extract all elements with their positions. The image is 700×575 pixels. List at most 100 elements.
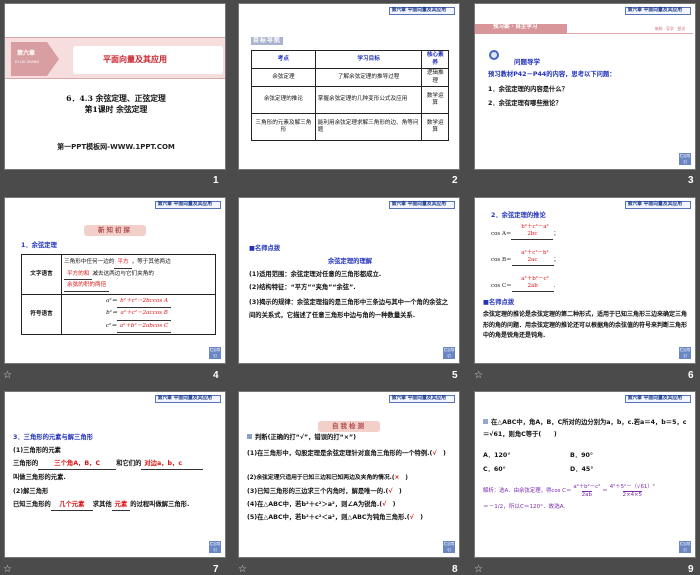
nav-button[interactable]: 栏目导引: [209, 541, 221, 553]
judge-item: (2)余弦定理只适用于已知三边和已知两边及夹角的情况.(× ): [247, 475, 408, 481]
intro-text: 预习教材P42－P44的内容，思考以下问题：: [488, 71, 616, 78]
text: 的过程叫做解三角形.: [130, 501, 190, 508]
formula-lhs: cos C＝: [491, 283, 512, 290]
intro-text: 判断(正确的打“√”，错误的打“×”): [255, 434, 357, 441]
slide-number: 8: [452, 564, 458, 575]
nav-button[interactable]: 栏目导引: [679, 541, 691, 553]
table-cell: 了解余弦定理的推导过程: [314, 68, 423, 88]
item-answer: √: [409, 514, 414, 521]
heading: 2．余弦定理的推论: [491, 212, 546, 219]
chapter-tag: 第六章 平面向量及其应用: [388, 7, 455, 16]
table-cell: 数学运算: [421, 113, 449, 142]
formula-lhs: cos A＝: [491, 231, 512, 238]
chapter-tag: 第六章 平面向量及其应用: [624, 395, 691, 404]
heading: 问题导学: [514, 58, 540, 66]
chapter-tag: 第六章 平面向量及其应用: [388, 201, 455, 210]
judge-item: (4)在△ABC中，若b²＋c²＞a²，则∠A为锐角.(√ ): [247, 501, 396, 508]
formula-lhs: c²＝: [105, 322, 117, 329]
chapter-tag: 第六章 平面向量及其应用: [388, 395, 455, 404]
solution-end: ＝－1/2，所以C＝120°．故选A.: [483, 504, 566, 510]
transition-icon[interactable]: ☆: [3, 370, 12, 381]
slide-thumbnail-6[interactable]: 第六章 平面向量及其应用 2．余弦定理的推论 b²＋c²－a² cos A＝ 2bc…: [474, 197, 696, 364]
nav-button[interactable]: 栏目导引: [443, 541, 455, 553]
solution-text: 解析：选A．由余弦定理，得cos C＝: [483, 488, 572, 495]
blank-answer: 三个角A，B，C: [38, 460, 117, 470]
lesson-title-1: 6．4.3 余弦定理、正弦定理: [66, 94, 166, 103]
formula-answer: a²＋b²－2abcos C: [116, 321, 172, 333]
question-icon: [247, 434, 252, 439]
transition-icon[interactable]: ☆: [3, 564, 12, 575]
numerator: 4²＋5²－（√61）²: [609, 484, 655, 490]
slide-thumbnail-8[interactable]: 第六章 平面向量及其应用 自我检测 判断(正确的打“√”，错误的打“×”) (1…: [238, 391, 460, 558]
slide-number: 4: [213, 370, 219, 381]
table-cell: 余弦定理: [251, 68, 316, 88]
slide-thumbnail-7[interactable]: 第六章 平面向量及其应用 3．三角形的元素与解三角形 (1)三角形的元素 三角形…: [4, 391, 226, 558]
transition-icon[interactable]: ☆: [238, 564, 247, 575]
table-cell: 数学运算: [421, 86, 449, 115]
slide-number: 7: [213, 564, 219, 575]
slide-thumbnail-4[interactable]: 第六章 平面向量及其应用 新知初探 1．余弦定理 文字语言 三角形中任何一边的平…: [4, 197, 226, 364]
slide-thumbnail-3[interactable]: 第六章 平面向量及其应用 预习案 · 自主学习 新知 · 导学 · 尝试 问题导…: [474, 3, 696, 170]
cosB-formula: a²＋c²－b² cos B＝ 2ac；: [491, 250, 559, 266]
subheading: 余弦定理的理解: [327, 258, 373, 265]
formula-cell: a²＝ b²＋c²－2bccos Ab²＝ a²＋c²－2accos Bc²＝ a²＋…: [61, 294, 216, 335]
slide-number: 2: [452, 175, 458, 186]
chapter-pinyin: DI LIU ZHANG: [15, 60, 40, 64]
item-text: (1)在三角形中，勾股定理是余弦定理针对直角三角形的一个特例.: [247, 450, 430, 457]
slide-number: 1: [213, 175, 219, 186]
banner-line: [567, 33, 693, 34]
question-text: 在△ABC中，角A，B，C所对的边分别为a，b，c.若a＝4，b＝5，c＝√61…: [483, 419, 687, 438]
nav-button[interactable]: 栏目导引: [679, 153, 691, 165]
denominator: 2ab: [511, 283, 554, 292]
table-header: 核心素养: [421, 49, 449, 70]
slide-thumbnail-2[interactable]: 第六章 平面向量及其应用 目标导航 考点 学习目标 核心素养 余弦定理 了解余弦定理的…: [238, 3, 460, 170]
text: 和它们的: [116, 460, 142, 467]
fraction: 4²＋5²－（√61）² 2×4×5: [610, 484, 655, 500]
sentence-1: 三角形的 三个角A，B，C 和它们的 对边a，b，c: [13, 460, 204, 470]
numerator: a²＋c²－b²: [521, 250, 549, 256]
denominator: 2bc: [511, 231, 554, 240]
slide-thumbnail-5[interactable]: 第六章 平面向量及其应用 ■名师点拨 余弦定理的理解 (1)适用范围：余弦定理对…: [238, 197, 460, 364]
question-1: 1．余弦定理的内容是什么？: [488, 86, 568, 93]
heading: ■名师点拨: [249, 245, 281, 252]
transition-icon[interactable]: ☆: [474, 370, 483, 381]
table-header: 考点: [251, 49, 316, 70]
blank-answer: 几个元素: [50, 501, 93, 511]
slide-thumbnail-1[interactable]: 第六章 DI LIU ZHANG 平面向量及其应用 6．4.3 余弦定理、正弦定…: [4, 3, 226, 170]
sentence-2: 已知三角形的 几个元素 求其他 元素 的过程叫做解三角形.: [13, 501, 189, 511]
text: 三角形的: [13, 460, 39, 467]
chapter-tag: 第六章 平面向量及其应用: [624, 201, 691, 210]
footer-text: 第一PPT模板网-WWW.1PPT.COM: [57, 143, 175, 151]
sentence-1-end: 叫做三角形的元素.: [13, 474, 66, 481]
course-title: 平面向量及其应用: [103, 55, 167, 64]
numerator: b²＋c²－a²: [521, 224, 549, 230]
item-text: (5)在△ABC中，若b²＋c²＜a²，则△ABC为钝角三角形.: [247, 514, 407, 521]
slide-number: 3: [688, 175, 694, 186]
chapter-tag: 第六章 平面向量及其应用: [154, 201, 221, 210]
item-answer: √: [388, 488, 393, 495]
paragraph-3: (3)揭示的规律：余弦定理指的是三角形中三条边与其中一个角的余弦之间的关系式，它…: [249, 299, 449, 319]
blank-answer: 余弦的积的两倍: [64, 280, 110, 292]
text: 减去这两边与它们夹角的: [92, 270, 154, 277]
option-c: C．60°: [483, 466, 506, 473]
text: 求其他: [92, 501, 112, 508]
nav-button[interactable]: 栏目导引: [443, 347, 455, 359]
text-statement: 三角形中任何一边的 平方 ，等于其他两边 平方的和 减去这两边与它们夹角的 余弦的积的两倍: [61, 254, 216, 295]
nav-button[interactable]: 栏目导引: [679, 347, 691, 359]
transition-icon[interactable]: ☆: [474, 564, 483, 575]
nav-button[interactable]: 栏目导引: [209, 347, 221, 359]
fraction: a²＋b²－c² 2ab: [573, 484, 600, 500]
table-cell: 掌握余弦定理的几种变形公式及应用: [314, 86, 423, 115]
section-badge: 自我检测: [318, 421, 380, 432]
section-badge: 新知初探: [84, 225, 146, 236]
formula-answer: b²＋c²－2bccos A: [117, 296, 172, 309]
slide-thumbnail-9[interactable]: 第六章 平面向量及其应用 在△ABC中，角A，B，C所对的边分别为a，b，c.若…: [474, 391, 696, 558]
denominator: 2×4×5: [622, 491, 642, 499]
heading-2: ■名师点拨: [483, 299, 515, 306]
text: 已知三角形的: [13, 501, 51, 508]
row-label: 文字语言: [21, 254, 62, 295]
option-b: B．90°: [570, 452, 594, 459]
banner-right-text: 新知 · 导学 · 尝试: [654, 26, 685, 31]
question-2: 2．余弦定理有哪些推论？: [488, 100, 562, 107]
option-a: A．120°: [483, 452, 511, 459]
